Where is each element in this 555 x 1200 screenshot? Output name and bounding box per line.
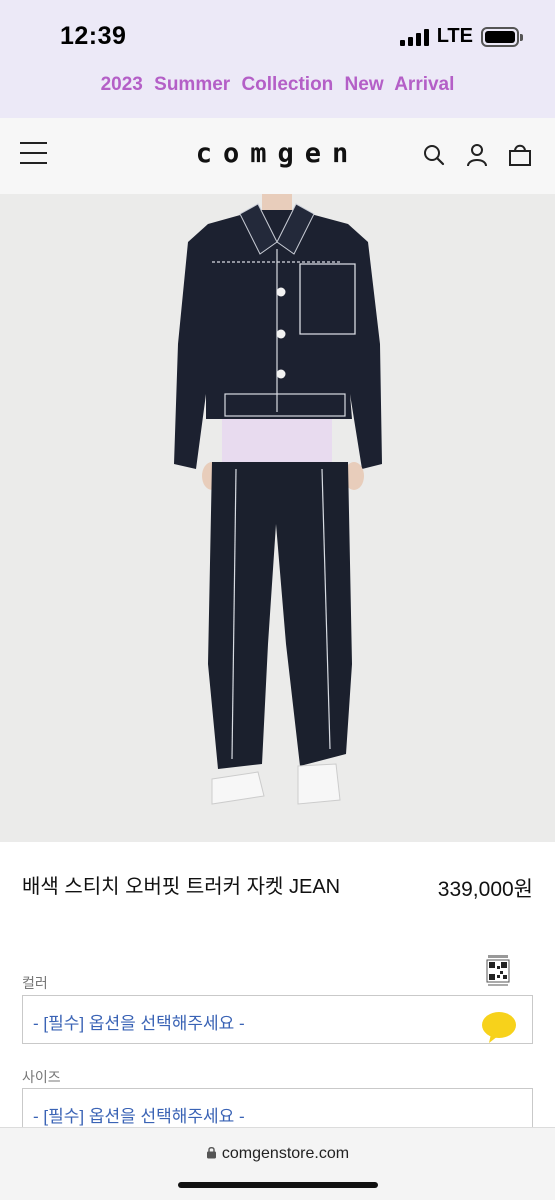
qr-code-icon[interactable]	[486, 955, 510, 989]
address-bar[interactable]: comgenstore.com	[0, 1145, 555, 1163]
signal-icon	[399, 28, 429, 46]
browser-bottom-bar: comgenstore.com	[0, 1127, 555, 1200]
chat-icon[interactable]	[481, 1010, 517, 1044]
site-header: comgen	[0, 118, 555, 194]
url-text: comgenstore.com	[221, 1145, 350, 1162]
promo-banner[interactable]: 2023 Summer Collection New Arrival	[0, 74, 555, 96]
lock-icon	[206, 1146, 216, 1159]
menu-icon[interactable]	[20, 142, 48, 166]
color-select-placeholder: - [필수] 옵션을 선택해주세요 -	[33, 1014, 245, 1033]
home-indicator[interactable]	[178, 1182, 378, 1188]
search-icon[interactable]	[421, 142, 447, 168]
size-select-placeholder: - [필수] 옵션을 선택해주세요 -	[33, 1107, 245, 1126]
status-indicators: LTE	[399, 25, 523, 48]
product-name: 배색 스티치 오버핏 트러커 자켓 JEAN	[22, 876, 341, 898]
status-bar: 12:39 LTE	[0, 0, 555, 70]
shopping-bag-icon[interactable]	[507, 142, 533, 168]
status-time: 12:39	[60, 22, 127, 50]
size-option-label: 사이즈	[22, 1069, 61, 1085]
color-option-label: 컬러	[22, 975, 48, 991]
network-type: LTE	[436, 25, 473, 47]
battery-icon	[481, 26, 523, 47]
user-icon[interactable]	[464, 142, 490, 168]
product-price: 339,000원	[437, 878, 533, 901]
color-select[interactable]: - [필수] 옵션을 선택해주세요 -	[22, 995, 533, 1044]
product-image[interactable]	[0, 194, 555, 842]
